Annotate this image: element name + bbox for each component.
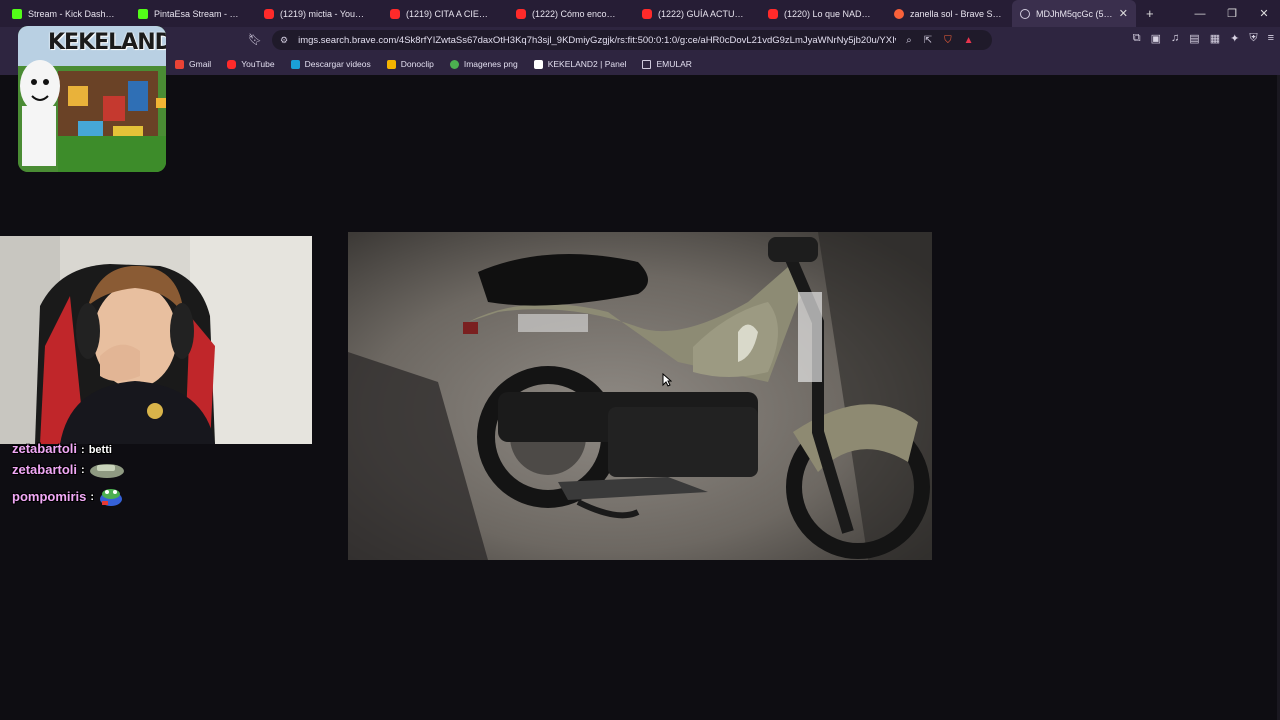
window-controls: — ❐ ✕ [1184, 0, 1280, 27]
tab-label: Stream - Kick Dashboa [28, 8, 116, 19]
close-window-icon[interactable]: ✕ [1248, 0, 1280, 27]
webcam-feed [0, 236, 312, 444]
bookmark-label: Donoclip [400, 59, 434, 69]
youtube-icon [264, 8, 274, 19]
wallet-icon[interactable]: ▦ [1210, 32, 1220, 45]
tab-label: (1222) GUÍA ACTUALIZAD [658, 8, 746, 19]
new-tab-button[interactable]: + [1136, 6, 1164, 21]
folder-icon [642, 59, 652, 69]
stream-logo-overlay: KEKELAND [18, 26, 166, 172]
bookmark-label: Gmail [189, 59, 212, 69]
restore-icon[interactable]: ❐ [1216, 0, 1248, 27]
tab-youtube-5[interactable]: (1220) Lo que NADIE te c [760, 0, 886, 27]
vpn-icon[interactable]: ⛨ [1249, 32, 1257, 45]
tab-strip: Stream - Kick Dashboa PintaEsa Stream - … [0, 0, 1280, 27]
gmail-icon [175, 59, 184, 69]
screenshot-icon[interactable]: ▣ [1151, 32, 1161, 45]
bookmark-descargar-videos[interactable]: Descargar videos [288, 59, 374, 69]
youtube-icon [768, 8, 778, 19]
frog-emote-icon [100, 488, 123, 506]
bookmark-label: KEKELAND2 | Panel [547, 59, 627, 69]
address-bar[interactable]: ⚙ imgs.search.brave.com/4Sk8rfYIZwtaSs67… [272, 30, 992, 50]
tab-image-active[interactable]: MDJhM5qcGc (500× ✕ [1012, 0, 1136, 27]
bookmark-label: YouTube [241, 59, 275, 69]
chat-overlay: zetabartoli : betti zetabartoli : pompom… [12, 438, 312, 510]
leo-ai-icon[interactable]: ✦ [1230, 32, 1239, 45]
chat-username: pompomiris [12, 489, 87, 504]
tab-youtube-1[interactable]: (1219) mictia - YouTube [256, 0, 382, 27]
tab-label: PintaEsa Stream - Wat [154, 8, 242, 19]
car-emote-icon [89, 463, 124, 478]
menu-icon[interactable]: ≡ [1268, 32, 1274, 45]
youtube-icon [390, 8, 400, 19]
chat-message: pompomiris : [12, 483, 312, 510]
sidebar-icon[interactable]: ▤ [1189, 32, 1199, 45]
tab-brave-search[interactable]: zanella sol - Brave Search [886, 0, 1012, 27]
globe-icon [1020, 8, 1030, 19]
brave-shields-icon[interactable]: ⛉ [944, 35, 952, 46]
tab-pintaesa-stream[interactable]: PintaEsa Stream - Wat [130, 0, 256, 27]
site-info-icon[interactable]: ⚙ [280, 35, 288, 46]
tab-label: (1219) mictia - YouTube [280, 8, 368, 19]
minimize-icon[interactable]: — [1184, 0, 1216, 27]
tab-label: (1220) Lo que NADIE te c [784, 8, 872, 19]
bookmark-icon[interactable]: 🔖︎ [248, 33, 262, 46]
donoclip-icon [386, 59, 396, 69]
bookmark-donoclip[interactable]: Donoclip [384, 59, 437, 69]
tab-label: (1219) CITA A CIEGAS BA [406, 8, 494, 19]
bookmark-label: Descargar videos [304, 59, 371, 69]
close-icon[interactable]: ✕ [1119, 7, 1128, 20]
extensions-icon[interactable]: ⧉ [1133, 32, 1141, 45]
moped-photo-drawing [348, 232, 932, 560]
download-icon [290, 59, 300, 69]
youtube-icon [227, 59, 237, 69]
brave-rewards-icon[interactable]: ▲ [964, 35, 974, 46]
url-text[interactable]: imgs.search.brave.com/4Sk8rfYIZwtaSs67da… [298, 35, 896, 46]
chat-username: zetabartoli [12, 441, 78, 456]
chat-message: zetabartoli : betti [12, 438, 312, 456]
brave-icon [894, 8, 904, 19]
zoom-icon[interactable]: ⌕ [906, 35, 912, 46]
chat-separator: : [81, 463, 85, 476]
panel-icon [533, 59, 543, 69]
youtube-icon [516, 8, 526, 19]
tab-label: (1222) Cómo encontrar el [532, 8, 620, 19]
bookmark-kekeland-panel[interactable]: KEKELAND2 | Panel [531, 59, 630, 69]
chat-message: zetabartoli : [12, 456, 312, 483]
toolbar-right: ⧉ ▣ ♫ ▤ ▦ ✦ ⛨ ≡ [1133, 32, 1274, 45]
chat-text: betti [88, 444, 112, 456]
bookmarks-bar: Gmail YouTube Descargar videos Donoclip … [0, 53, 1280, 75]
tab-kick-dashboard[interactable]: Stream - Kick Dashboa [4, 0, 130, 27]
music-icon[interactable]: ♫ [1171, 32, 1179, 45]
chat-username: zetabartoli [12, 462, 78, 477]
bookmark-youtube[interactable]: YouTube [224, 59, 277, 69]
youtube-icon [642, 8, 652, 19]
chat-separator: : [90, 490, 95, 503]
share-icon[interactable]: ⇱ [924, 35, 932, 46]
bookmark-gmail[interactable]: Gmail [172, 59, 214, 69]
bookmark-imagenes-png[interactable]: Imagenes png [447, 59, 521, 69]
bookmark-label: EMULAR [656, 59, 692, 69]
mouse-cursor-icon [662, 373, 672, 387]
tab-youtube-2[interactable]: (1219) CITA A CIEGAS BA [382, 0, 508, 27]
streamer-video [0, 236, 312, 444]
toolbar: 🔖︎ ⚙ imgs.search.brave.com/4Sk8rfYIZwtaS… [0, 27, 1280, 53]
address-actions: ⌕ ⇱ ⛉ ▲ [906, 35, 973, 46]
moped-image[interactable] [348, 232, 932, 560]
kick-icon [138, 8, 148, 19]
tab-youtube-4[interactable]: (1222) GUÍA ACTUALIZAD [634, 0, 760, 27]
logo-title: KEKELAND [48, 30, 166, 55]
image-icon [449, 59, 459, 69]
tab-label: zanella sol - Brave Search [910, 8, 1004, 19]
kick-icon [12, 8, 22, 19]
bookmark-label: Imagenes png [463, 59, 518, 69]
tab-youtube-3[interactable]: (1222) Cómo encontrar el [508, 0, 634, 27]
bookmark-folder-emular[interactable]: EMULAR [639, 59, 694, 69]
chat-separator: : [81, 444, 85, 456]
tab-label: MDJhM5qcGc (500× [1036, 8, 1113, 19]
